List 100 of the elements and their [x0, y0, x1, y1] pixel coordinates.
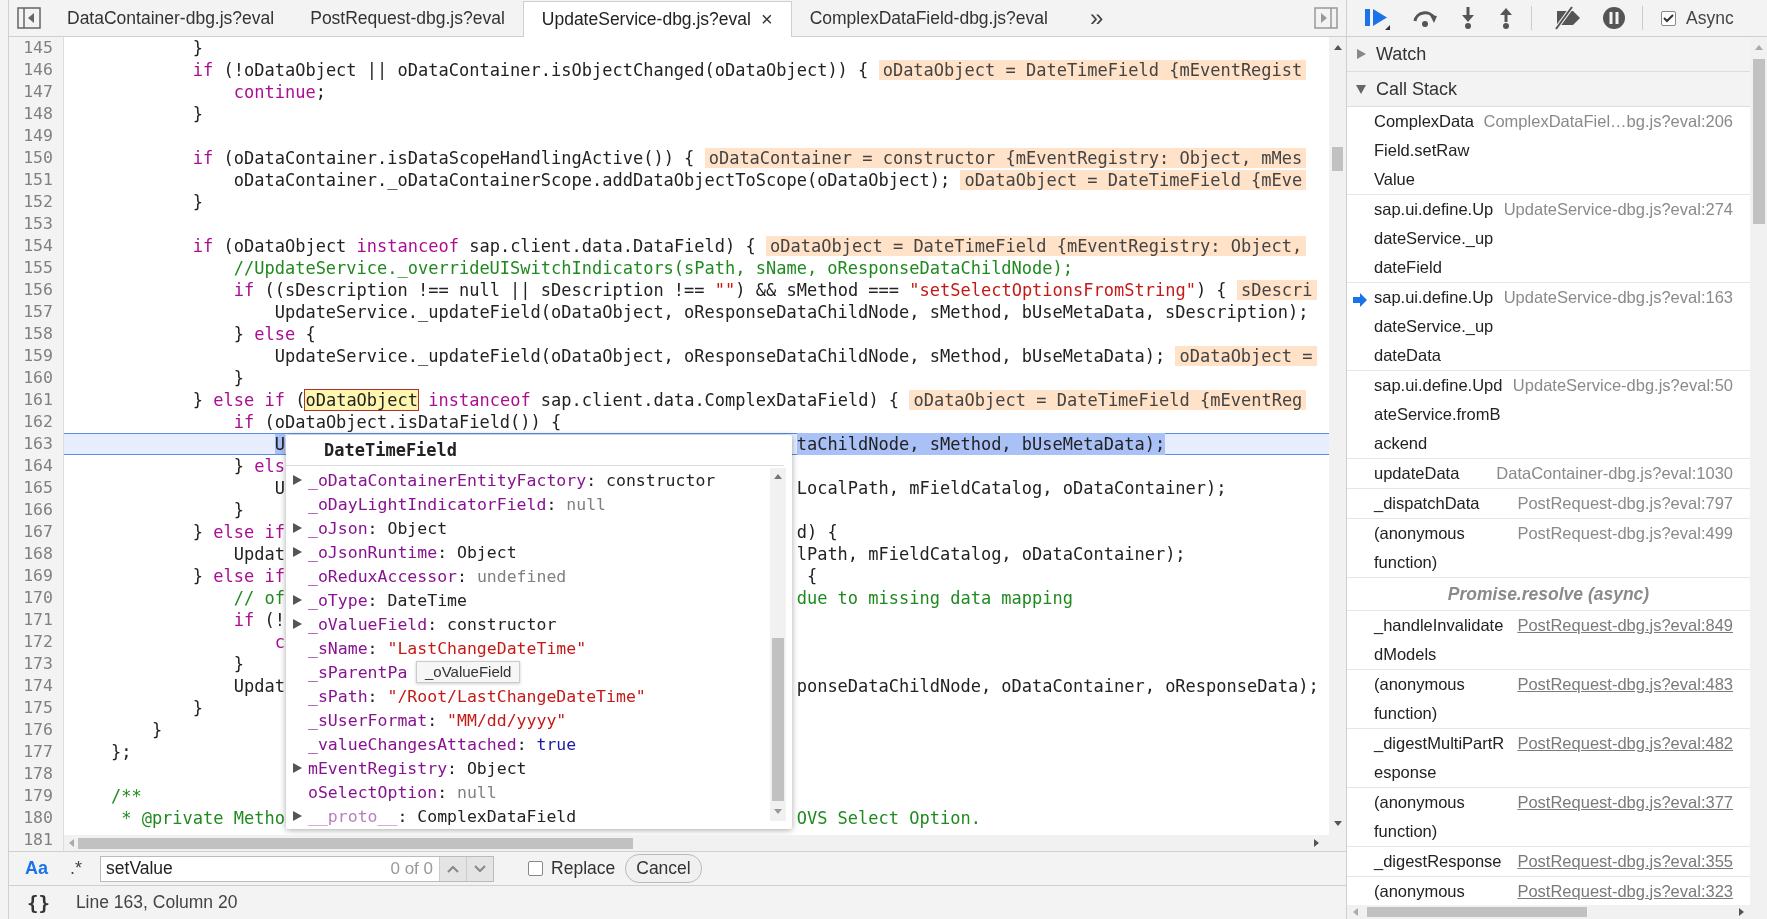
close-icon[interactable]: ×	[760, 7, 773, 31]
property-value: null	[566, 494, 607, 514]
scrollbar-thumb[interactable]	[1367, 907, 1587, 917]
property-value: DateTime	[387, 590, 467, 610]
function-name[interactable]: (anonymous	[1374, 877, 1510, 905]
source-link[interactable]: PostRequest-dbg.js?eval:797	[1517, 489, 1733, 518]
code-text: }	[233, 367, 244, 389]
property-value: constructor	[606, 470, 716, 490]
scroll-arrow-icon[interactable]	[1332, 43, 1343, 53]
property-name[interactable]: _oDataContainerEntityFactory	[308, 470, 587, 490]
line-number: 169	[22, 565, 54, 587]
function-name[interactable]: updateData	[1374, 459, 1489, 488]
function-name[interactable]: (anonymous function)	[1374, 519, 1510, 577]
expand-arrow-icon[interactable]	[291, 522, 303, 534]
step-out-icon[interactable]	[1497, 6, 1515, 30]
function-name[interactable]: (anonymous function)	[1374, 670, 1510, 728]
expand-arrow-icon[interactable]	[291, 762, 303, 774]
property-name[interactable]: _oJson	[308, 518, 368, 538]
search-field[interactable]: setValue 0 of 0	[100, 855, 495, 882]
expand-arrow-icon	[1355, 48, 1367, 60]
overflow-button[interactable]: »	[1085, 4, 1108, 32]
property-value: true	[536, 734, 577, 754]
scrollbar-thumb[interactable]	[1753, 59, 1765, 224]
property-colon: :	[367, 590, 378, 610]
file-tab[interactable]: PostRequest-dbg.js?eval	[292, 0, 523, 37]
property-colon: :	[427, 710, 438, 730]
source-link[interactable]: PostRequest-dbg.js?eval:377	[1517, 788, 1733, 817]
sidebar-toggle-icon[interactable]	[17, 7, 41, 29]
expand-arrow-icon[interactable]	[291, 618, 303, 630]
cancel-button[interactable]: Cancel	[625, 854, 702, 883]
pause-icon[interactable]	[1602, 6, 1626, 30]
line-number: 167	[22, 521, 54, 543]
source-link[interactable]: PostRequest-dbg.js?eval:483	[1517, 670, 1733, 699]
function-name[interactable]: _dispatchData	[1374, 489, 1510, 518]
scroll-arrow-icon[interactable]	[773, 472, 783, 482]
step-into-icon[interactable]	[1459, 6, 1477, 30]
property-name[interactable]: _sUserFormat	[308, 710, 428, 730]
property-name[interactable]: _sParentPa	[308, 662, 408, 682]
line-number: 178	[22, 763, 54, 785]
property-name[interactable]: _oValueField	[308, 614, 428, 634]
section-header[interactable]: Watch	[1347, 37, 1750, 72]
pretty-print-button[interactable]: {}	[21, 891, 56, 914]
function-name[interactable]: _handleInvalidatedModels	[1374, 611, 1510, 669]
function-name[interactable]: _digestResponse	[1374, 847, 1510, 876]
section-header[interactable]: Call Stack	[1347, 72, 1750, 107]
source-link[interactable]: ComplexDataFiel…bg.js?eval:206	[1483, 107, 1733, 136]
source-link[interactable]: PostRequest-dbg.js?eval:849	[1517, 611, 1733, 640]
file-tab[interactable]: UpdateService-dbg.js?eval ×	[522, 0, 792, 37]
replace-label: Replace	[551, 858, 616, 879]
line-number: 153	[22, 213, 54, 235]
property-name[interactable]: _sPath	[308, 686, 368, 706]
expand-arrow-icon[interactable]	[291, 474, 303, 486]
line-number: 164	[22, 455, 54, 477]
property-name[interactable]: mEventRegistry	[308, 758, 448, 778]
scrollbar-thumb[interactable]	[772, 638, 784, 801]
expand-arrow-icon[interactable]	[291, 546, 303, 558]
property-value: "LastChangeDateTime"	[387, 638, 587, 658]
code-text: U	[274, 433, 285, 455]
scrollbar-thumb[interactable]	[78, 838, 633, 849]
property-name[interactable]: _oReduxAccessor	[308, 566, 457, 586]
code-text: * @private Metho	[121, 807, 285, 829]
file-tab[interactable]: DataContainer-dbg.js?eval	[49, 0, 293, 37]
source-link[interactable]: PostRequest-dbg.js?eval:499	[1517, 519, 1733, 548]
code-text: } else {	[233, 323, 316, 345]
scrollbar-thumb[interactable]	[1332, 147, 1343, 171]
code-text: }	[192, 191, 204, 213]
source-link[interactable]: PostRequest-dbg.js?eval:355	[1517, 847, 1733, 876]
inline-value: oDataObject = DateTimeField {mEve	[960, 170, 1307, 190]
line-number: 157	[22, 301, 54, 323]
expand-arrow-icon[interactable]	[291, 594, 303, 606]
source-link[interactable]: UpdateService-dbg.js?eval:50	[1512, 371, 1733, 400]
file-tab[interactable]: ComplexDataField-dbg.js?eval	[791, 0, 1066, 37]
property-name[interactable]: _sName	[308, 638, 368, 658]
property-name[interactable]: _oType	[308, 590, 368, 610]
property-name[interactable]: _oDayLightIndicatorField	[308, 494, 547, 514]
source-link[interactable]: PostRequest-dbg.js?eval:482	[1517, 729, 1733, 758]
match-case-toggle[interactable]: Aa	[19, 856, 54, 881]
line-number: 173	[22, 653, 54, 675]
function-name[interactable]: (anonymous function)	[1374, 788, 1510, 846]
source-link[interactable]: UpdateService-dbg.js?eval:274	[1503, 195, 1733, 224]
source-link[interactable]: DataContainer-dbg.js?eval:1030	[1496, 459, 1733, 488]
property-name[interactable]: _valueChangesAttached	[308, 734, 517, 754]
property-name[interactable]: oSelectOption	[308, 782, 438, 802]
inline-value: oDataObject = DateTimeField {mEventReg	[909, 390, 1307, 410]
property-value: Object	[457, 542, 517, 562]
resume-icon[interactable]	[1363, 6, 1391, 30]
property-colon: :	[397, 806, 408, 826]
property-name[interactable]: _oJsonRuntime	[308, 542, 438, 562]
async-checkbox[interactable]	[1661, 10, 1676, 26]
source-link[interactable]: PostRequest-dbg.js?eval:323	[1517, 877, 1733, 905]
line-number: 155	[22, 257, 54, 279]
regex-toggle[interactable]: .*	[64, 856, 89, 881]
function-name[interactable]: _digestMultiPartResponse	[1374, 729, 1510, 787]
sidebar-toggle-icon[interactable]	[1314, 7, 1338, 29]
chevron-down-icon	[474, 864, 487, 873]
replace-checkbox[interactable]	[528, 861, 544, 876]
inline-value: oDataObject = DateTimeField {mEventRegist	[878, 60, 1307, 80]
source-link[interactable]: UpdateService-dbg.js?eval:163	[1503, 283, 1733, 312]
slashed-tag-icon[interactable]	[1552, 6, 1582, 30]
expand-arrow-icon[interactable]	[291, 810, 303, 822]
